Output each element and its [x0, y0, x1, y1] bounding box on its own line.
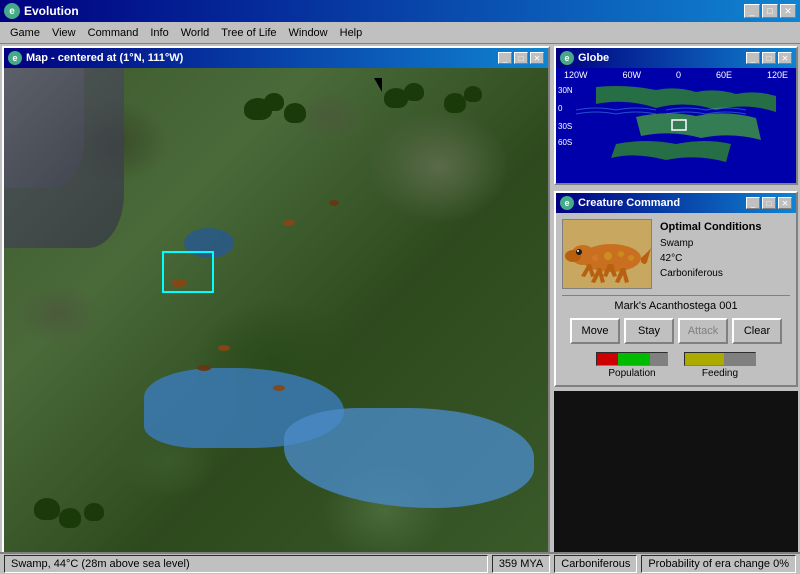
status-terrain: Swamp, 44°C (28m above sea level)	[4, 555, 488, 573]
globe-svg-map	[576, 82, 786, 177]
menu-game[interactable]: Game	[4, 25, 46, 41]
lon-120w: 120W	[564, 70, 588, 80]
map-maximize-btn[interactable]: □	[514, 52, 528, 64]
creature-max-btn[interactable]: □	[762, 197, 776, 209]
lon-60w: 60W	[622, 70, 641, 80]
globe-title-bar: e Globe _ □ ✕	[556, 48, 796, 68]
close-button[interactable]: ✕	[780, 4, 796, 18]
status-bar: Swamp, 44°C (28m above sea level) 359 MY…	[0, 552, 800, 574]
lat-30s: 30S	[558, 122, 572, 131]
creatures-layer	[4, 68, 548, 560]
globe-map[interactable]: 120W 60W 0 60E 120E 30N 0 30S 60S	[556, 68, 796, 183]
globe-close-btn[interactable]: ✕	[778, 52, 792, 64]
right-panels: e Globe _ □ ✕ 120W 60W 0 60E 120E 30	[554, 46, 798, 571]
map-title: Map - centered at (1°N, 111°W)	[26, 52, 494, 64]
menu-info[interactable]: Info	[144, 25, 174, 41]
menu-help[interactable]: Help	[334, 25, 369, 41]
menu-view[interactable]: View	[46, 25, 82, 41]
maximize-button[interactable]: □	[762, 4, 778, 18]
status-mya: 359 MYA	[492, 555, 550, 573]
optimal-conditions-title: Optimal Conditions	[660, 219, 790, 236]
creature-stats: Optimal Conditions Swamp 42°C Carbonifer…	[660, 219, 790, 289]
move-button[interactable]: Move	[570, 318, 620, 344]
creature-image	[562, 219, 652, 289]
globe-controls: _ □ ✕	[746, 52, 792, 64]
app-title: Evolution	[24, 4, 740, 18]
map-title-bar: e Map - centered at (1°N, 111°W) _ □ ✕	[4, 48, 548, 68]
lon-labels: 120W 60W 0 60E 120E	[564, 70, 788, 80]
feeding-bar-group: Feeding	[684, 352, 756, 379]
globe-icon: e	[560, 51, 574, 65]
globe-min-btn[interactable]: _	[746, 52, 760, 64]
map-minimize-btn[interactable]: _	[498, 52, 512, 64]
dark-area	[554, 391, 798, 571]
command-buttons: Move Stay Attack Clear	[562, 318, 790, 344]
stay-button[interactable]: Stay	[624, 318, 674, 344]
creature-title-bar: e Creature Command _ □ ✕	[556, 193, 796, 213]
lat-60s: 60S	[558, 138, 572, 147]
lon-0: 0	[676, 70, 681, 80]
creature-icon: e	[560, 196, 574, 210]
lon-60e: 60E	[716, 70, 732, 80]
cursor	[374, 78, 382, 92]
map-window-controls: _ □ ✕	[498, 52, 544, 64]
title-bar-controls: _ □ ✕	[744, 4, 796, 18]
creature-info-row: Optimal Conditions Swamp 42°C Carbonifer…	[562, 219, 790, 289]
menu-treeoflife[interactable]: Tree of Life	[215, 25, 282, 41]
optimal-period: Carboniferous	[660, 266, 790, 281]
title-bar: e Evolution _ □ ✕	[0, 0, 800, 22]
creature-min-btn[interactable]: _	[746, 197, 760, 209]
population-bar-group: Population	[596, 352, 668, 379]
creature-controls: _ □ ✕	[746, 197, 792, 209]
lat-30n: 30N	[558, 86, 573, 95]
globe-title: Globe	[578, 52, 742, 64]
population-bar	[596, 352, 668, 366]
lon-120e: 120E	[767, 70, 788, 80]
creature-title: Creature Command	[578, 197, 742, 209]
menu-bar: Game View Command Info World Tree of Lif…	[0, 22, 800, 44]
lat-0: 0	[558, 104, 562, 113]
status-era: Carboniferous	[554, 555, 637, 573]
map-window-icon: e	[8, 51, 22, 65]
menu-world[interactable]: World	[175, 25, 216, 41]
population-bar-fill	[597, 353, 618, 365]
selection-box	[162, 251, 214, 293]
clear-button[interactable]: Clear	[732, 318, 782, 344]
optimal-biome: Swamp	[660, 236, 790, 251]
status-probability: Probability of era change 0%	[641, 555, 796, 573]
lizard-svg	[563, 220, 652, 289]
map-close-btn[interactable]: ✕	[530, 52, 544, 64]
menu-window[interactable]: Window	[283, 25, 334, 41]
map-viewport[interactable]	[4, 68, 548, 560]
population-label: Population	[608, 368, 655, 379]
menu-command[interactable]: Command	[82, 25, 145, 41]
optimal-temp: 42°C	[660, 251, 790, 266]
population-bar-fill2	[618, 353, 650, 365]
bars-row: Population Feeding	[562, 352, 790, 379]
feeding-bar-fill	[685, 353, 724, 365]
creature-name: Mark's Acanthostega 001	[562, 295, 790, 312]
globe-window: e Globe _ □ ✕ 120W 60W 0 60E 120E 30	[554, 46, 798, 185]
minimize-button[interactable]: _	[744, 4, 760, 18]
creature-content-area: Optimal Conditions Swamp 42°C Carbonifer…	[556, 213, 796, 385]
app-icon: e	[4, 3, 20, 19]
creature-command-window: e Creature Command _ □ ✕	[554, 191, 798, 387]
creature-close-btn[interactable]: ✕	[778, 197, 792, 209]
content-area: e Map - centered at (1°N, 111°W) _ □ ✕	[0, 44, 800, 571]
feeding-label: Feeding	[702, 368, 738, 379]
feeding-bar	[684, 352, 756, 366]
globe-max-btn[interactable]: □	[762, 52, 776, 64]
attack-button[interactable]: Attack	[678, 318, 728, 344]
map-window: e Map - centered at (1°N, 111°W) _ □ ✕	[2, 46, 550, 562]
